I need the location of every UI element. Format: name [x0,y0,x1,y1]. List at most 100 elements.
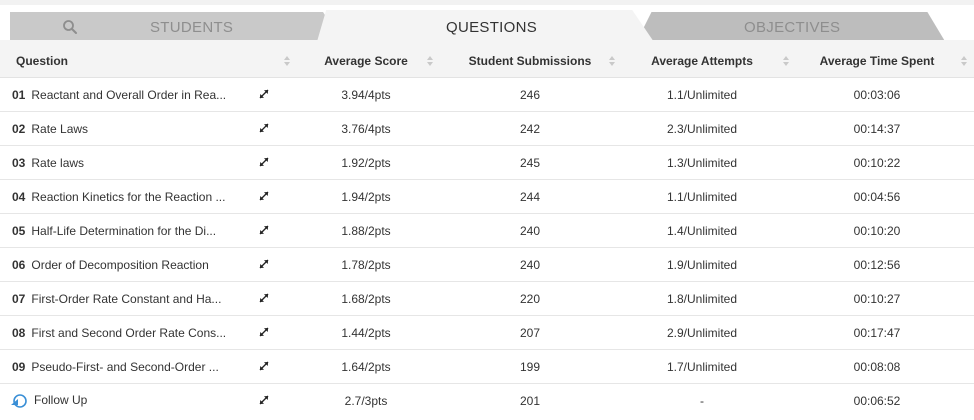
question-cell[interactable]: 01 Reactant and Overall Order in Rea... [0,77,300,112]
average-attempts-cell: 2.9/Unlimited [620,315,792,350]
tab-bar: STUDENTS OBJECTIVES QUESTIONS [0,5,974,45]
question-number: 05 [12,223,26,238]
column-header-average-time-spent-label: Average Time Spent [819,54,935,68]
expand-icon[interactable] [258,326,270,338]
table-row[interactable]: 06 Order of Decomposition Reaction 1.78/2p… [0,247,974,282]
tab-students-label: STUDENTS [150,19,234,36]
average-score-cell: 1.88/2pts [300,213,440,248]
average-attempts-cell: 1.7/Unlimited [620,349,792,384]
question-title[interactable]: Rate laws [31,156,84,170]
average-score-cell: 1.64/2pts [300,349,440,384]
question-analytics-page: STUDENTS OBJECTIVES QUESTIONS Question A… [0,0,974,420]
table-row[interactable]: 01 Reactant and Overall Order in Rea... 3.… [0,77,974,112]
table-row[interactable]: 08 First and Second Order Rate Cons... 1.4… [0,315,974,350]
student-submissions-cell: 240 [440,213,620,248]
question-number: 02 [12,121,26,136]
column-header-average-score[interactable]: Average Score [300,45,440,78]
question-cell[interactable]: 09 Pseudo-First- and Second-Order ... [0,349,300,384]
expand-icon[interactable] [258,360,270,372]
column-header-question[interactable]: Question [0,45,300,78]
expand-icon[interactable] [258,258,270,270]
sort-icon[interactable] [283,56,291,67]
question-number: 06 [12,257,26,272]
student-submissions-cell: 246 [440,77,620,112]
question-cell[interactable]: 02 Rate Laws [0,111,300,146]
table-row[interactable]: 02 Rate Laws 3.76/4pts 242 2.3/Unlimited 00:1… [0,111,974,146]
average-attempts-cell: 2.3/Unlimited [620,111,792,146]
question-cell[interactable]: 05 Half-Life Determination for the Di... [0,213,300,248]
question-cell[interactable]: 07 First-Order Rate Constant and Ha... [0,281,300,316]
tab-objectives-label: OBJECTIVES [744,19,841,36]
average-score-cell: 1.94/2pts [300,179,440,214]
column-header-average-time-spent[interactable]: Average Time Spent [792,45,974,78]
question-cell[interactable]: Follow Up [0,384,300,418]
question-number: 01 [12,87,26,102]
question-number: 09 [12,359,26,374]
average-attempts-cell: 1.4/Unlimited [620,213,792,248]
question-title[interactable]: First-Order Rate Constant and Ha... [31,292,221,306]
average-time-spent-cell: 00:08:08 [792,349,974,384]
average-score-cell: 3.76/4pts [300,111,440,146]
tab-questions-label: QUESTIONS [446,19,538,36]
average-score-cell: 1.92/2pts [300,145,440,180]
average-score-cell: 3.94/4pts [300,77,440,112]
average-time-spent-cell: 00:12:56 [792,247,974,282]
average-attempts-cell: 1.1/Unlimited [620,77,792,112]
column-header-student-submissions-label: Student Submissions [468,54,592,68]
expand-icon[interactable] [258,156,270,168]
questions-table: Question Average Score Student Submissio… [0,45,974,417]
sort-icon[interactable] [608,56,616,67]
question-title[interactable]: Follow Up [34,393,87,407]
average-time-spent-cell: 00:10:20 [792,213,974,248]
question-cell[interactable]: 06 Order of Decomposition Reaction [0,247,300,282]
question-cell[interactable]: 08 First and Second Order Rate Cons... [0,315,300,350]
tab-questions[interactable]: QUESTIONS [316,10,656,45]
table-row[interactable]: 03 Rate laws 1.92/2pts 245 1.3/Unlimited 00:1… [0,145,974,180]
tab-students[interactable]: STUDENTS [10,12,343,43]
expand-icon[interactable] [258,190,270,202]
table-row[interactable]: 04 Reaction Kinetics for the Reaction ...… [0,179,974,214]
table-row[interactable]: 07 First-Order Rate Constant and Ha... 1.6… [0,281,974,316]
column-header-student-submissions[interactable]: Student Submissions [440,45,620,78]
tab-objectives[interactable]: OBJECTIVES [636,12,946,43]
expand-icon[interactable] [258,122,270,134]
column-header-question-label: Question [16,54,69,68]
table-row-follow-up[interactable]: Follow Up 2.7/3pts 201 - 00:06:52 [0,384,974,418]
question-title[interactable]: Half-Life Determination for the Di... [31,224,216,238]
question-title[interactable]: Order of Decomposition Reaction [31,258,208,272]
sort-icon[interactable] [426,56,434,67]
expand-icon[interactable] [258,224,270,236]
question-title[interactable]: Pseudo-First- and Second-Order ... [31,360,218,374]
average-attempts-cell: 1.3/Unlimited [620,145,792,180]
average-score-cell: 2.7/3pts [344,393,388,408]
question-title[interactable]: Reactant and Overall Order in Rea... [31,88,226,102]
search-icon [63,20,77,34]
table-body: 01 Reactant and Overall Order in Rea... 3.… [0,77,974,418]
average-score-cell: 1.44/2pts [300,315,440,350]
question-title[interactable]: First and Second Order Rate Cons... [31,326,226,340]
expand-icon[interactable] [258,292,270,304]
question-cell[interactable]: 03 Rate laws [0,145,300,180]
question-title[interactable]: Rate Laws [31,122,88,136]
column-header-average-attempts[interactable]: Average Attempts [620,45,792,78]
question-cell[interactable]: 04 Reaction Kinetics for the Reaction ... [0,179,300,214]
average-time-spent-cell: 00:10:27 [792,281,974,316]
average-time-spent-cell: 00:04:56 [792,179,974,214]
student-submissions-cell: 199 [440,349,620,384]
sort-icon[interactable] [782,56,790,67]
question-number: 08 [12,325,26,340]
column-header-average-attempts-label: Average Attempts [651,54,753,68]
sort-icon[interactable] [960,56,968,67]
average-time-spent-cell: 00:14:37 [792,111,974,146]
table-row[interactable]: 09 Pseudo-First- and Second-Order ... 1.64… [0,349,974,384]
average-attempts-cell: 1.9/Unlimited [620,247,792,282]
question-title[interactable]: Reaction Kinetics for the Reaction ... [31,190,225,204]
student-submissions-cell: 245 [440,145,620,180]
column-header-average-score-label: Average Score [324,54,408,68]
table-row[interactable]: 05 Half-Life Determination for the Di... 1… [0,213,974,248]
expand-icon[interactable] [258,394,270,406]
student-submissions-cell: 240 [440,247,620,282]
average-attempts-cell: 1.1/Unlimited [620,179,792,214]
average-attempts-cell: 1.8/Unlimited [620,281,792,316]
expand-icon[interactable] [258,88,270,100]
